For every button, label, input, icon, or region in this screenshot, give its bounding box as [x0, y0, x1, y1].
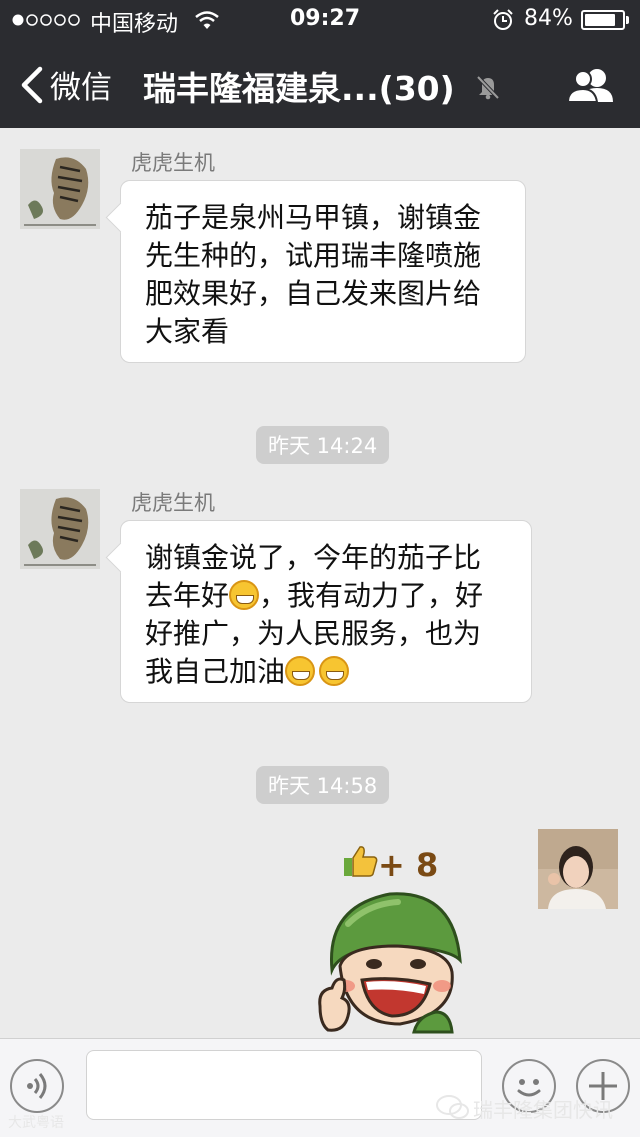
back-button[interactable]: 微信 [50, 62, 112, 107]
sender-name: 虎虎生机 [131, 151, 215, 175]
wifi-icon [195, 11, 219, 29]
message-text: 我自己加油 [145, 655, 286, 688]
carrier-label: 中国移动 [90, 12, 179, 37]
thumbs-up-icon [344, 846, 378, 877]
message-input[interactable] [86, 1050, 482, 1120]
message-line: 我自己加油 [145, 653, 511, 691]
message-text: 去年好 [145, 579, 230, 612]
status-bar: 中国移动 09:27 84% [0, 0, 640, 40]
message-line: 谢镇金说了，今年的茄子比 [145, 541, 482, 574]
grin-emoji-icon [229, 580, 260, 610]
message-line: 先生种的，试用瑞丰隆喷施 [145, 239, 482, 272]
message-line: 大家看 [145, 315, 230, 348]
soldier-sticker-icon[interactable] [318, 884, 470, 1036]
chat-title: 瑞丰隆福建泉...(30) [143, 69, 455, 108]
battery-icon [581, 10, 625, 30]
signal-strength-icon [12, 14, 80, 26]
message-bubble[interactable]: 谢镇金说了，今年的茄子比 去年好 ，我有动力了，好 好推广，为人民服务，也为 我自… [120, 520, 532, 703]
battery-tip [626, 16, 629, 24]
group-members-icon[interactable] [567, 66, 617, 104]
clock: 09:27 [290, 6, 361, 31]
grin-emoji-icon [319, 656, 350, 686]
timestamp: 昨天 14:24 [256, 426, 390, 464]
watermark-right: 瑞丰隆集团快讯 [473, 1098, 613, 1122]
wechat-logo-icon [436, 1095, 469, 1119]
avatar-woman[interactable] [538, 829, 618, 909]
sender-name: 虎虎生机 [131, 491, 215, 515]
message-line: 茄子是泉州马甲镇，谢镇金 [145, 201, 482, 234]
avatar-tiger[interactable] [20, 489, 100, 569]
watermark-left: 大武粤语 [8, 1115, 64, 1131]
message-text: ，我有动力了，好 [259, 579, 484, 612]
back-chevron-icon[interactable] [18, 66, 44, 104]
avatar-tiger[interactable] [20, 149, 100, 229]
message-line: 去年好 ，我有动力了，好 [145, 577, 511, 615]
mute-bell-icon [476, 75, 500, 100]
message-line: 肥效果好，自己发来图片给 [145, 277, 482, 310]
message-bubble[interactable]: 茄子是泉州马甲镇，谢镇金 先生种的，试用瑞丰隆喷施 肥效果好，自己发来图片给 大… [120, 180, 526, 363]
grin-emoji-icon [285, 656, 316, 686]
voice-icon [27, 1073, 47, 1099]
sticker-caption: + 8 [378, 846, 439, 884]
top-bar: 中国移动 09:27 84% 微信 瑞丰隆福建泉...(30) [0, 0, 640, 128]
voice-toggle-button[interactable] [10, 1059, 64, 1113]
message-line: 好推广，为人民服务，也为 [145, 617, 482, 650]
battery-percent: 84% [524, 6, 573, 31]
timestamp: 昨天 14:58 [256, 766, 390, 804]
alarm-icon [493, 9, 513, 30]
